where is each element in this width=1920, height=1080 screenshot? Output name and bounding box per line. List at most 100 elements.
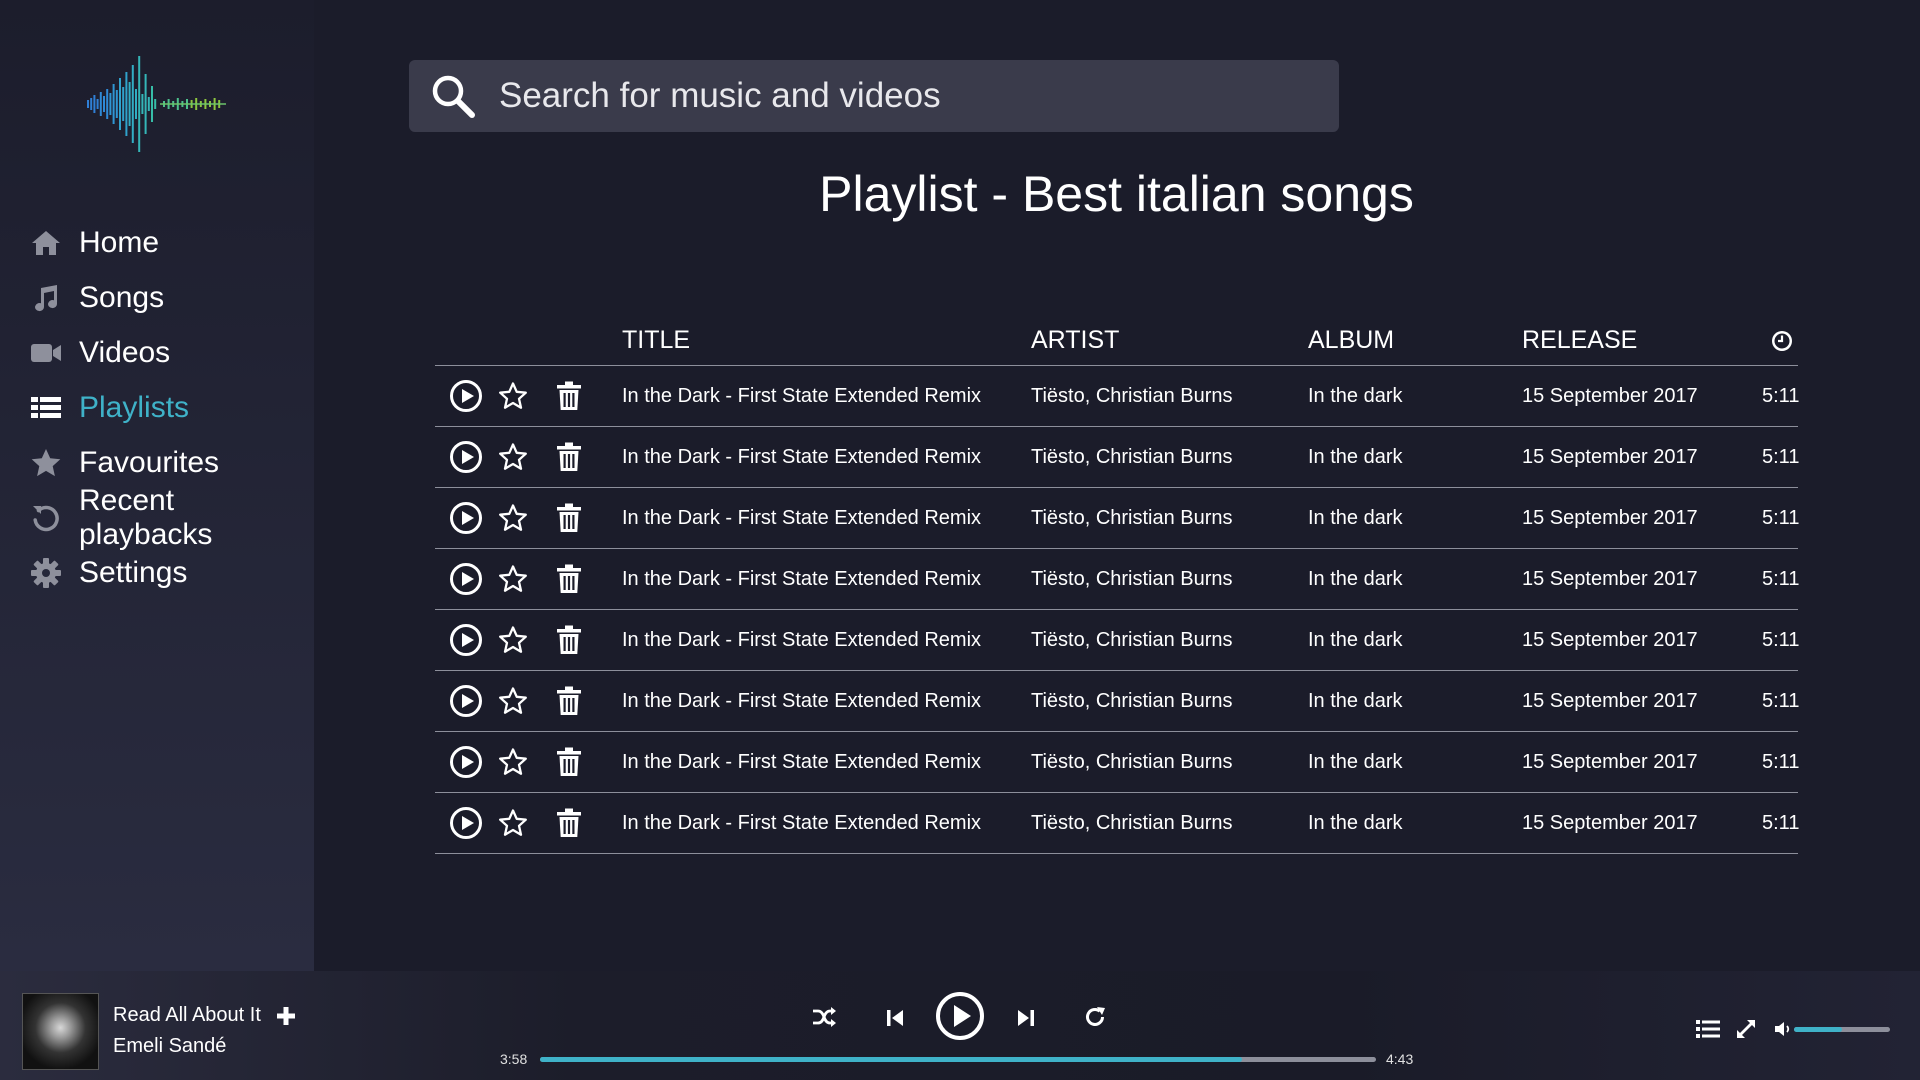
now-playing-artist[interactable]: Emeli Sandé	[113, 1035, 226, 1058]
star-outline-icon[interactable]	[498, 808, 528, 838]
track-album-cell: In the dark	[1308, 384, 1403, 407]
track-release-cell: 15 September 2017	[1522, 384, 1698, 407]
waveform-logo-icon[interactable]	[84, 50, 230, 158]
progress-fill	[540, 1057, 1243, 1062]
track-artist-cell: Tiësto, Christian Burns	[1031, 750, 1233, 773]
table-row[interactable]: In the Dark - First State Extended Remix…	[435, 549, 1799, 610]
elapsed-time: 3:58	[500, 1051, 528, 1067]
now-playing-title[interactable]: Read All About It	[113, 1004, 261, 1027]
star-outline-icon[interactable]	[498, 686, 528, 716]
star-outline-icon[interactable]	[498, 503, 528, 533]
play-circle-icon[interactable]	[449, 562, 483, 596]
trash-icon[interactable]	[555, 686, 583, 716]
sidebar-item-favourites[interactable]: Favourites	[0, 435, 314, 490]
row-actions	[435, 745, 622, 779]
trash-icon[interactable]	[555, 625, 583, 655]
queue-icon[interactable]	[1696, 1018, 1720, 1040]
trash-icon[interactable]	[555, 442, 583, 472]
star-outline-icon[interactable]	[498, 747, 528, 777]
table-row[interactable]: In the Dark - First State Extended Remix…	[435, 610, 1799, 671]
album-art[interactable]	[22, 993, 99, 1070]
track-release-cell: 15 September 2017	[1522, 567, 1698, 590]
add-icon[interactable]	[276, 1006, 296, 1026]
duration-column-header[interactable]	[1762, 329, 1798, 353]
sidebar-item-label: Favourites	[79, 445, 220, 479]
trash-icon[interactable]	[555, 381, 583, 411]
sidebar-item-home[interactable]: Home	[0, 215, 314, 270]
track-release-cell: 15 September 2017	[1522, 811, 1698, 834]
previous-icon[interactable]	[884, 1007, 906, 1029]
play-circle-icon[interactable]	[449, 379, 483, 413]
trash-icon[interactable]	[555, 808, 583, 838]
fullscreen-icon[interactable]	[1735, 1018, 1757, 1040]
table-row[interactable]: In the Dark - First State Extended Remix…	[435, 793, 1800, 854]
play-circle-icon[interactable]	[449, 623, 483, 657]
row-actions	[435, 684, 622, 718]
artist-column-header[interactable]: ARTIST	[1031, 326, 1308, 355]
track-artist-cell: Tiësto, Christian Burns	[1031, 811, 1233, 834]
track-artist-cell: Tiësto, Christian Burns	[1031, 506, 1233, 529]
track-release-cell: 15 September 2017	[1522, 750, 1698, 773]
next-icon[interactable]	[1015, 1007, 1037, 1029]
sidebar-item-playlists[interactable]: Playlists	[0, 380, 314, 435]
repeat-icon[interactable]	[1083, 1005, 1107, 1029]
star-icon	[30, 447, 62, 479]
track-artist-cell: Tiësto, Christian Burns	[1031, 567, 1233, 590]
track-album-cell: In the dark	[1308, 689, 1403, 712]
release-column-header[interactable]: RELEASE	[1522, 326, 1762, 355]
play-pause-button[interactable]	[935, 991, 985, 1041]
play-circle-icon[interactable]	[449, 806, 483, 840]
play-circle-icon[interactable]	[449, 440, 483, 474]
search-bar[interactable]	[409, 60, 1339, 132]
track-title-cell: In the Dark - First State Extended Remix	[622, 506, 982, 529]
track-album-cell: In the dark	[1308, 750, 1403, 773]
track-artist-cell: Tiësto, Christian Burns	[1031, 628, 1233, 651]
trash-icon[interactable]	[555, 564, 583, 594]
track-duration-cell: 5:11	[1762, 506, 1800, 529]
track-release-cell: 15 September 2017	[1522, 445, 1698, 468]
play-circle-icon[interactable]	[449, 684, 483, 718]
track-album-cell: In the dark	[1308, 567, 1403, 590]
star-outline-icon[interactable]	[498, 381, 528, 411]
title-column-header[interactable]: TITLE	[622, 326, 1031, 355]
sidebar-item-videos[interactable]: Videos	[0, 325, 314, 380]
search-icon[interactable]	[429, 72, 477, 120]
track-album-cell: In the dark	[1308, 506, 1403, 529]
sidebar-item-songs[interactable]: Songs	[0, 270, 314, 325]
sidebar-item-label: Home	[79, 225, 160, 259]
table-row[interactable]: In the Dark - First State Extended Remix…	[435, 427, 1800, 488]
star-outline-icon[interactable]	[498, 442, 528, 472]
progress-bar[interactable]	[540, 1057, 1376, 1062]
sidebar-item-settings[interactable]: Settings	[0, 545, 314, 600]
shuffle-icon[interactable]	[811, 1004, 837, 1030]
total-time: 4:43	[1386, 1051, 1414, 1067]
track-duration-cell: 5:11	[1762, 811, 1800, 834]
track-artist-cell: Tiësto, Christian Burns	[1031, 445, 1233, 468]
page-title: Playlist - Best italian songs	[819, 166, 1414, 222]
sidebar-item-recent-playbacks[interactable]: Recent playbacks	[0, 484, 314, 551]
clock-icon	[1772, 330, 1792, 351]
table-row[interactable]: In the Dark - First State Extended Remix…	[435, 488, 1800, 549]
volume-slider[interactable]	[1794, 1027, 1890, 1032]
track-title-cell: In the Dark - First State Extended Remix	[622, 689, 982, 712]
track-release-cell: 15 September 2017	[1522, 689, 1698, 712]
table-row[interactable]: In the Dark - First State Extended Remix…	[435, 732, 1799, 793]
search-input[interactable]	[499, 60, 1339, 132]
row-actions	[435, 379, 622, 413]
star-outline-icon[interactable]	[498, 625, 528, 655]
music-note-icon	[30, 282, 62, 314]
track-artist-cell: Tiësto, Christian Burns	[1031, 384, 1233, 407]
star-outline-icon[interactable]	[498, 564, 528, 594]
play-circle-icon[interactable]	[449, 501, 483, 535]
track-duration-cell: 5:11	[1762, 384, 1800, 407]
album-column-header[interactable]: ALBUM	[1308, 326, 1522, 355]
table-row[interactable]: In the Dark - First State Extended Remix…	[435, 671, 1799, 732]
sidebar-item-label: Songs	[79, 280, 165, 314]
sidebar-nav: Home Songs Videos Playlists Favourites R…	[0, 215, 314, 600]
play-circle-icon[interactable]	[449, 745, 483, 779]
table-row[interactable]: In the Dark - First State Extended Remix…	[435, 366, 1800, 427]
track-duration-cell: 5:11	[1762, 445, 1800, 468]
volume-icon[interactable]	[1774, 1020, 1792, 1038]
trash-icon[interactable]	[555, 503, 583, 533]
trash-icon[interactable]	[555, 747, 583, 777]
